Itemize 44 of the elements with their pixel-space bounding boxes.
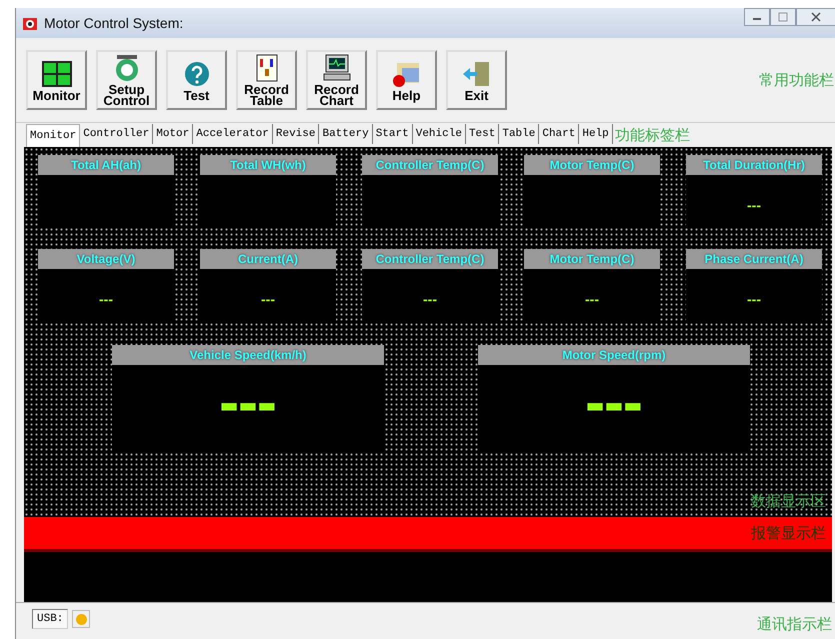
panel-title: Current(A) — [200, 249, 336, 269]
readout-value: --- — [747, 197, 761, 213]
tab[interactable]: Monitor — [26, 124, 80, 147]
readout-value: --- — [423, 291, 437, 307]
toolbar-button[interactable]: Record Table — [236, 50, 297, 110]
readout-value: --- — [747, 291, 761, 307]
connection-label: USB: — [32, 609, 68, 629]
panel-title: Motor Temp(C) — [524, 249, 660, 269]
readout-value: --- — [261, 291, 275, 307]
readout-value: ▬▬▬ — [220, 393, 276, 417]
panel-title: Total AH(ah) — [38, 155, 174, 175]
app-icon — [22, 15, 38, 31]
panel-title: Motor Speed(rpm) — [478, 345, 750, 365]
annotation-label: 功能标签栏 — [614, 126, 690, 145]
toolbar-button[interactable]: Record Chart — [306, 50, 367, 110]
annotation-label: 通讯指示栏 — [757, 614, 832, 634]
window-title: Motor Control System: — [44, 15, 184, 31]
panel-title: Voltage(V) — [38, 249, 174, 269]
panel-title: Motor Temp(C) — [524, 155, 660, 175]
tab[interactable]: Vehicle — [412, 124, 466, 144]
panel-title: Controller Temp(C) — [362, 249, 498, 269]
toolbar-button[interactable]: Exit — [446, 50, 507, 110]
close-button[interactable] — [796, 8, 835, 26]
toolbar-button[interactable]: Setup Control — [96, 50, 157, 110]
annotation-label: 常用功能栏 — [759, 70, 834, 90]
readout-value: --- — [99, 291, 113, 307]
panel-title: Total Duration(Hr) — [686, 155, 822, 175]
tab[interactable]: Accelerator — [193, 124, 273, 144]
close-icon — [811, 12, 821, 22]
panel-title: Phase Current(A) — [686, 249, 822, 269]
maximize-icon — [778, 12, 788, 22]
toolbar-button[interactable]: Help — [376, 50, 437, 110]
toolbar-button[interactable]: Test — [166, 50, 227, 110]
toolbar-button[interactable]: Monitor — [26, 50, 87, 110]
computer-icon — [320, 54, 352, 82]
annotation-label: 数据显示区 — [751, 492, 826, 511]
panel-title: Controller Temp(C) — [362, 155, 498, 175]
readout-value: ▬▬▬ — [586, 393, 642, 417]
panel-title: Vehicle Speed(km/h) — [112, 345, 384, 365]
annotation-label: 报警显示栏 — [751, 524, 826, 542]
minimize-button[interactable] — [744, 8, 770, 26]
monitor-icon — [40, 60, 72, 88]
panel-title: Total WH(wh) — [200, 155, 336, 175]
readout-value: --- — [585, 291, 599, 307]
